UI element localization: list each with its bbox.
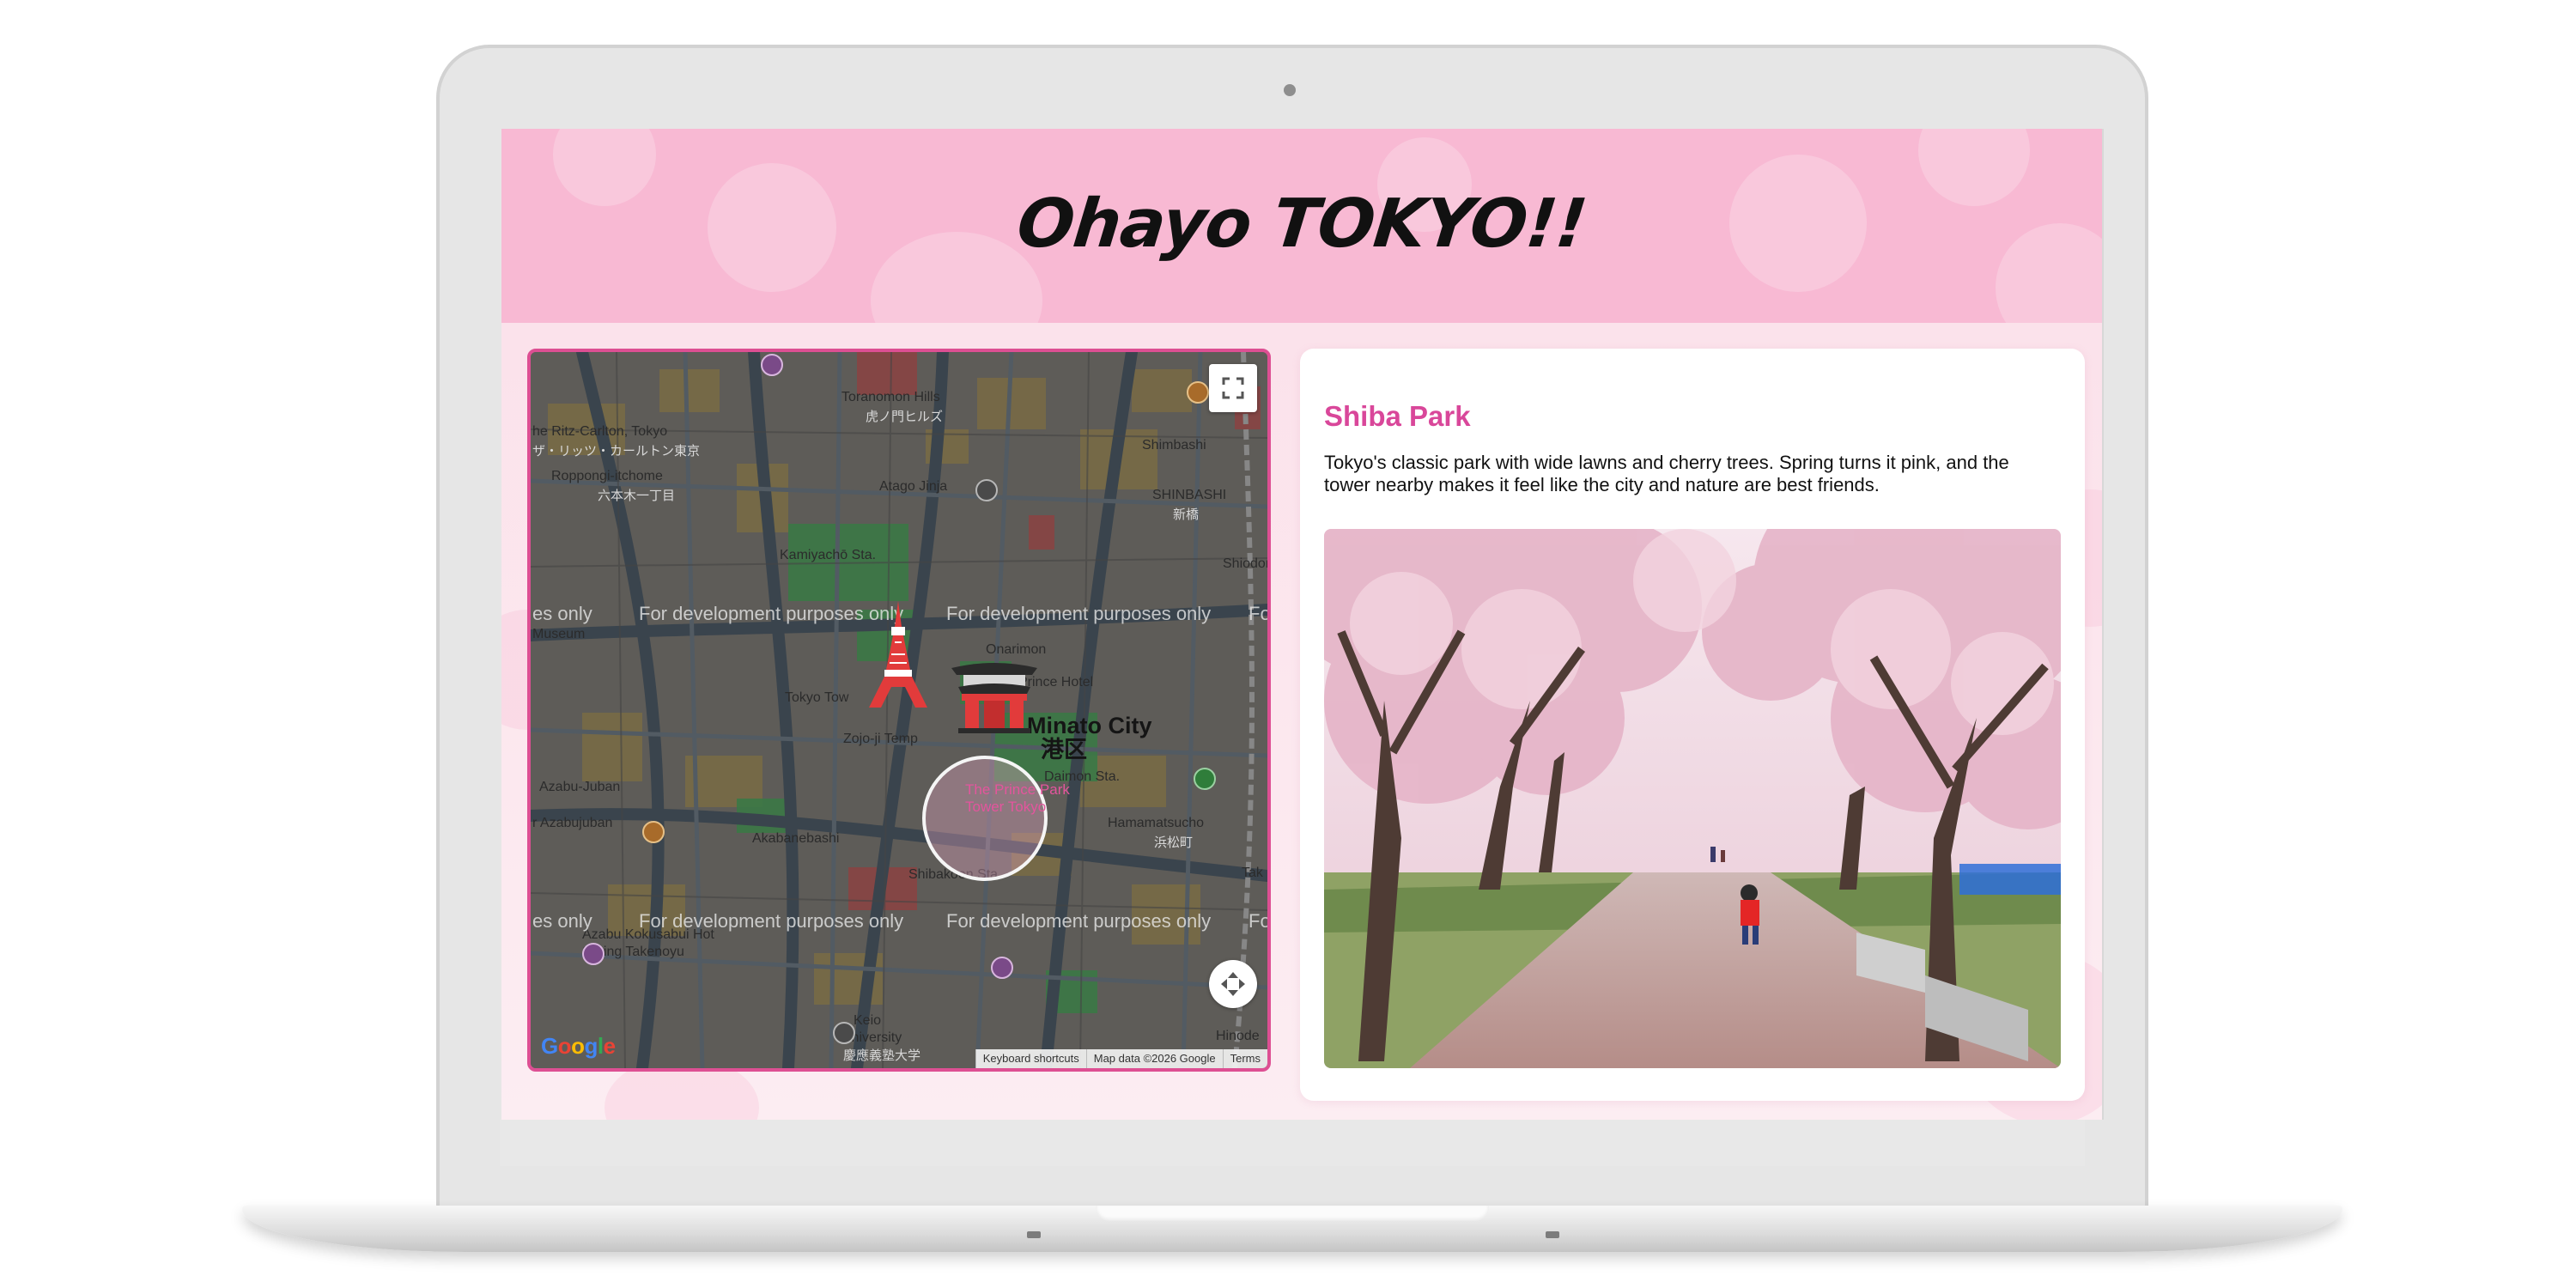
poi-pin-icon[interactable] [991, 957, 1013, 979]
cherry-blossom-photo [1324, 529, 2061, 1068]
map-label: Keio [854, 1013, 882, 1028]
map-label: he Ritz-Carlton, Tokyo [532, 424, 668, 439]
city-label-jp: 港区 [1041, 737, 1087, 762]
map-label: Roppongi-itchome [551, 469, 663, 483]
dev-watermark: Fo [1249, 603, 1271, 624]
laptop-notch [1096, 1206, 1489, 1221]
map-label: Azabu-Juban [539, 780, 621, 794]
map-label: 慶應義塾大学 [843, 1048, 921, 1063]
dev-watermark: Fo [1249, 910, 1271, 932]
map-label: Toranomon Hills [841, 390, 940, 404]
poi-pin-icon[interactable] [582, 943, 605, 965]
webcam [1284, 84, 1296, 96]
map-label: SHINBASHI [1152, 488, 1227, 502]
map-label: 新橋 [1173, 507, 1200, 522]
map-label: Kamiyachō Sta. [780, 548, 877, 562]
map-label: 浜松町 [1154, 835, 1194, 850]
camera-control-button[interactable] [1209, 960, 1257, 1008]
camera-control-icon [1221, 972, 1245, 996]
map-label: Hinode [1216, 1029, 1260, 1043]
laptop-chin [500, 1120, 2085, 1166]
poi-pin-icon[interactable] [761, 354, 783, 376]
dev-watermark: For development purposes only [946, 910, 1212, 932]
dev-watermark: For development purposes only [639, 603, 904, 624]
map-label: Zojo-ji Temp [843, 732, 918, 746]
dev-watermark: es only [532, 603, 592, 624]
place-description: Tokyo's classic park with wide lawns and… [1324, 452, 2009, 495]
map-label: Shiodom [1223, 556, 1267, 571]
place-title: Shiba Park [1324, 400, 1471, 432]
map-label: Hamamatsucho [1108, 816, 1205, 830]
map-label: Tak [1242, 866, 1263, 880]
map-label: Atago Jinja [879, 479, 948, 494]
dev-watermark: For development purposes only [946, 603, 1212, 624]
map-label: r Azabujuban [532, 816, 613, 830]
tokyo-tower-icon[interactable] [866, 601, 931, 712]
map-data-credit: Map data ©2026 Google [1085, 1049, 1223, 1068]
map-label: Museum [532, 627, 586, 641]
temple-gate-icon[interactable] [950, 656, 1039, 738]
laptop-foot [1027, 1231, 1041, 1238]
place-info-card: Shiba Park Tokyo's classic park with wid… [1300, 349, 2085, 1101]
city-label: Minato City [1027, 713, 1152, 738]
google-logo[interactable]: Google [541, 1033, 616, 1060]
dev-watermark: es only [532, 910, 592, 932]
map-label: Shimbashi [1142, 438, 1206, 453]
map-label: Tower Tokyo [965, 799, 1047, 815]
map-attribution: Keyboard shortcuts Map data ©2026 Google… [975, 1049, 1267, 1068]
laptop-foot [1546, 1231, 1559, 1238]
poi-pin-icon[interactable] [642, 821, 665, 843]
terms-link[interactable]: Terms [1222, 1049, 1267, 1068]
poi-pin-icon[interactable] [1194, 768, 1216, 790]
map-label: Akabanebashi [752, 831, 840, 846]
site-title: Ohayo TOKYO!! [1013, 185, 1590, 263]
laptop-mockup: Ohayo TOKYO!! he Ritz-Carlton, Tokyo ザ・リ… [0, 0, 2576, 1288]
fullscreen-button[interactable] [1209, 364, 1257, 412]
selected-area-marker[interactable] [922, 756, 1048, 881]
browser-viewport: Ohayo TOKYO!! he Ritz-Carlton, Tokyo ザ・リ… [501, 129, 2104, 1120]
map-label: Tokyo Tow [785, 690, 849, 705]
dev-watermark: For development purposes only [639, 910, 904, 932]
map-label: 虎ノ門ヒルズ [866, 410, 944, 424]
poi-pin-icon[interactable] [1187, 381, 1209, 404]
site-header: Ohayo TOKYO!! [501, 129, 2102, 323]
map-label: ザ・リッツ・カールトン東京 [532, 444, 701, 459]
keyboard-shortcuts-link[interactable]: Keyboard shortcuts [975, 1049, 1086, 1068]
map-label: 六本木一丁目 [598, 489, 676, 503]
map-view[interactable]: he Ritz-Carlton, Tokyo ザ・リッツ・カールトン東京 Rop… [527, 349, 1271, 1072]
map-label: The Prince Park [965, 781, 1070, 798]
fullscreen-icon [1222, 377, 1244, 399]
poi-pin-icon[interactable] [975, 479, 998, 501]
poi-pin-icon[interactable] [833, 1022, 855, 1044]
